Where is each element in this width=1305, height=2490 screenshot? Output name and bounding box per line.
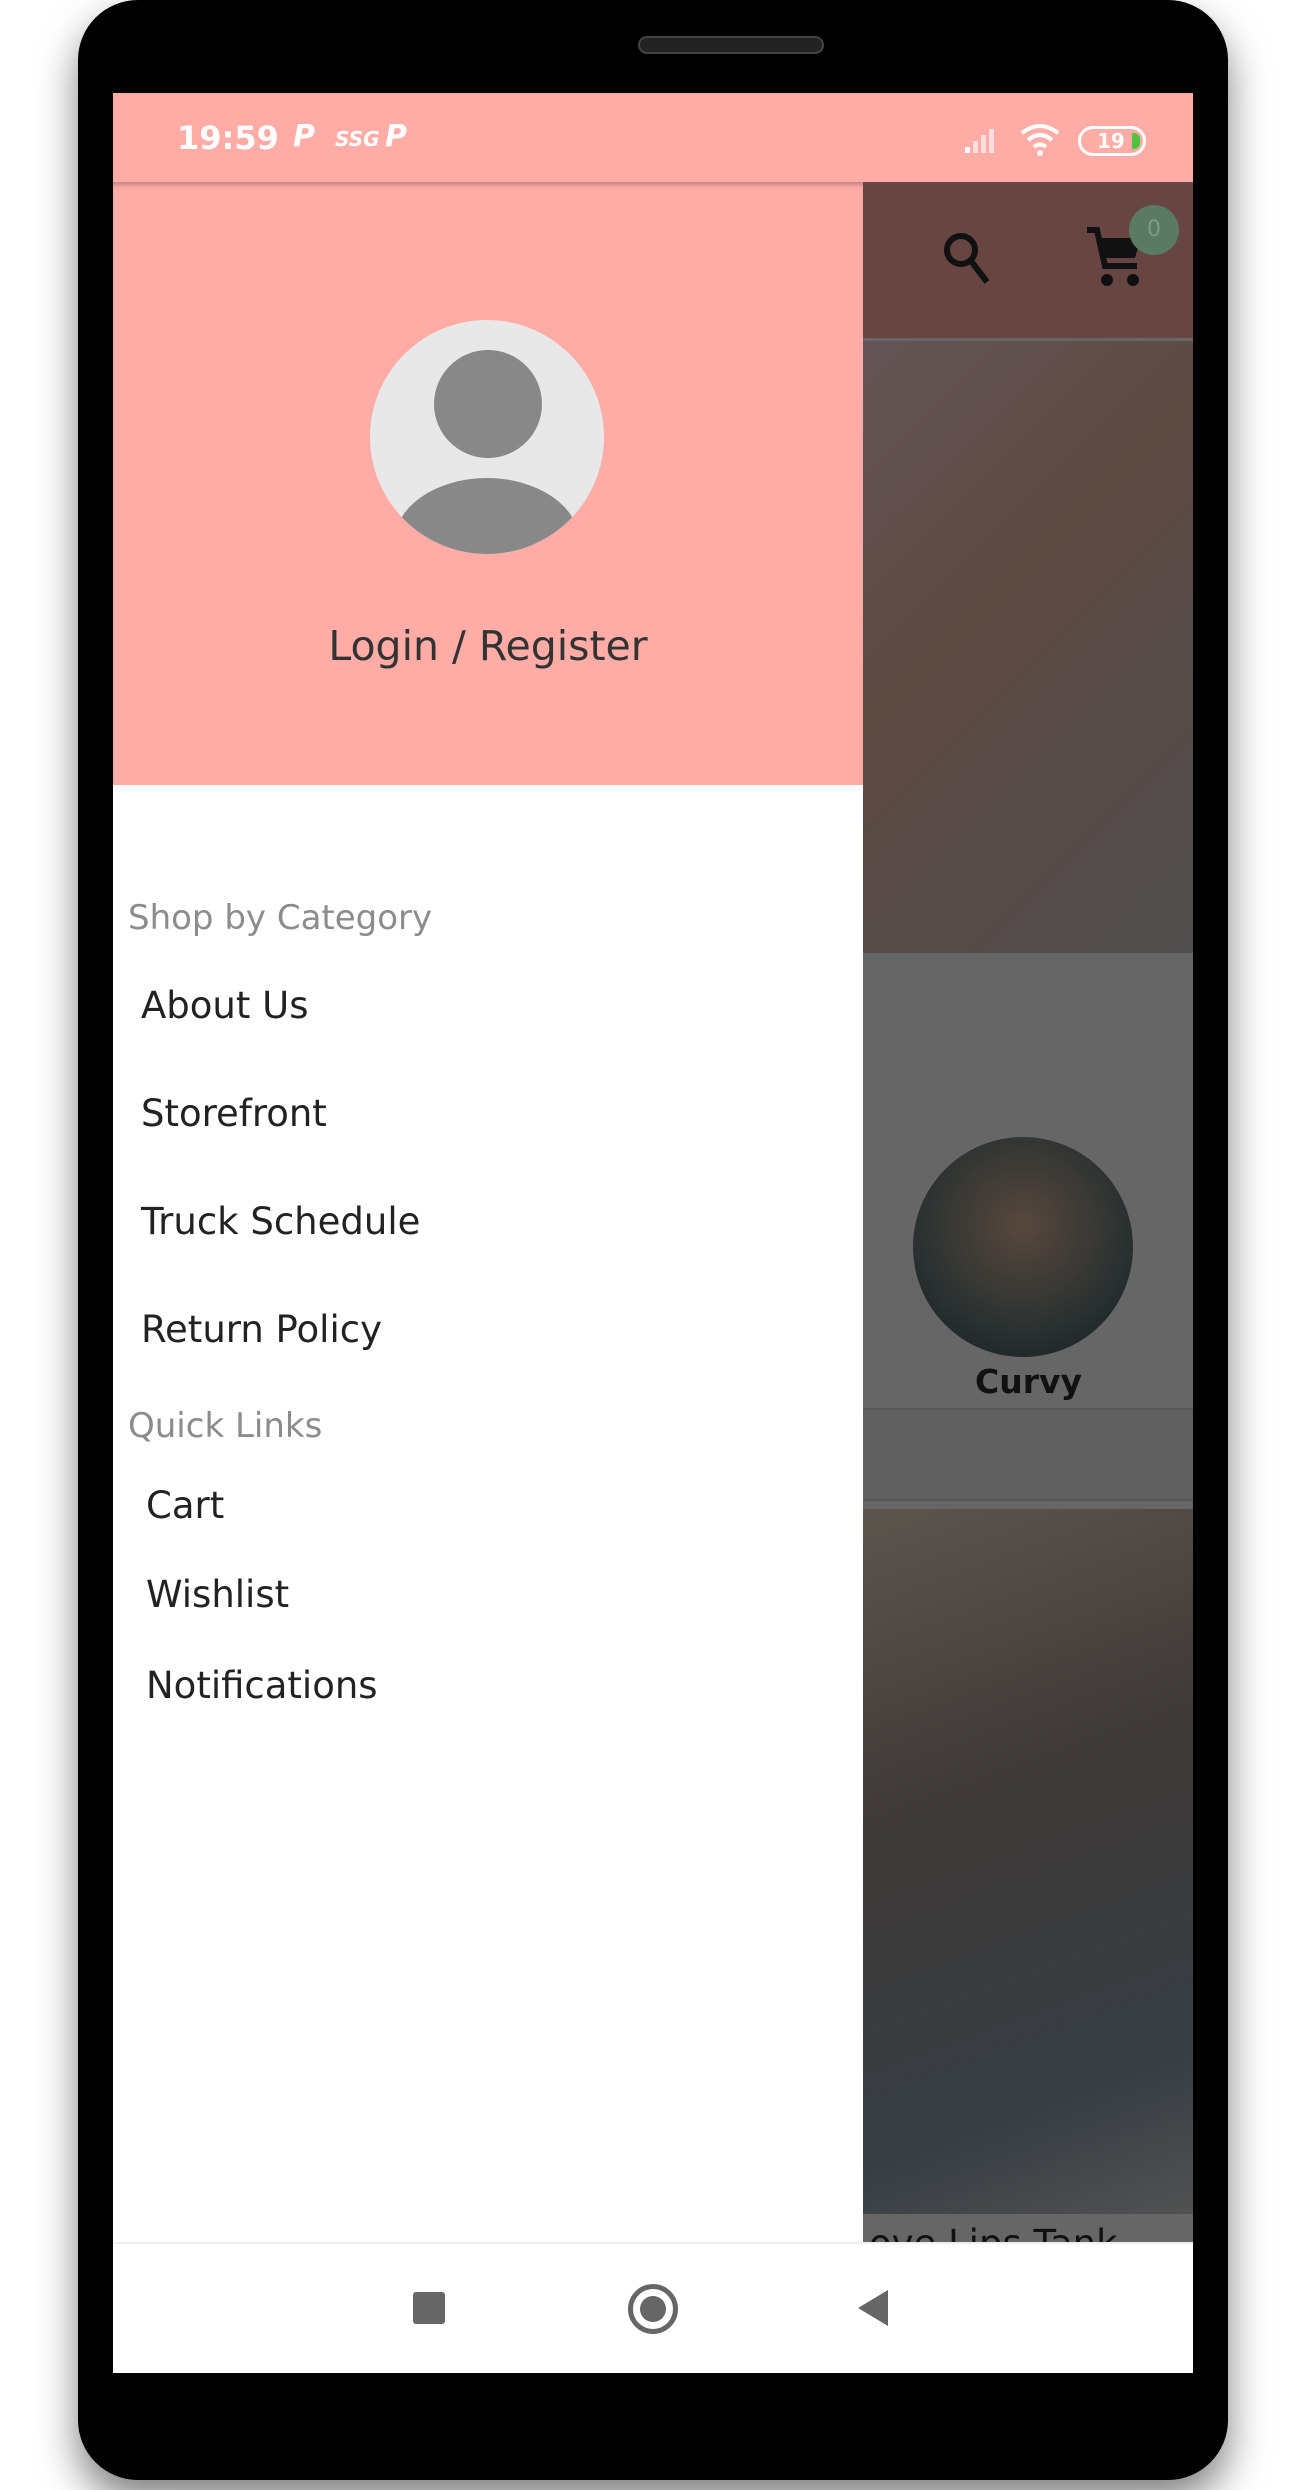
status-bar: 19:59 P SSG P 19 — [113, 93, 1193, 182]
menu-item-wishlist[interactable]: Wishlist — [146, 1573, 289, 1616]
menu-item-truck-schedule[interactable]: Truck Schedule — [141, 1200, 420, 1243]
notification-icon: P — [293, 119, 315, 154]
section-quick-links: Quick Links — [128, 1406, 323, 1446]
screen: 19:59 P SSG P 19 Curvy ove Lips Tank 0 L… — [113, 93, 1193, 2373]
home-button[interactable] — [628, 2284, 678, 2334]
battery-level: 19 — [1097, 129, 1125, 153]
category-label[interactable]: Curvy — [975, 1362, 1082, 1401]
cart-badge: 0 — [1129, 205, 1179, 255]
menu-item-notifications[interactable]: Notifications — [146, 1664, 378, 1707]
notification-icon: P — [385, 119, 407, 154]
drawer-header: Login / Register — [113, 182, 863, 785]
recents-button[interactable] — [413, 2292, 445, 2324]
speaker — [638, 36, 824, 54]
navigation-drawer: Login / Register Shop by Category About … — [113, 182, 863, 2335]
avatar[interactable] — [370, 320, 604, 554]
system-nav-bar — [113, 2242, 1193, 2373]
section-shop-by-category: Shop by Category — [128, 898, 433, 938]
status-time: 19:59 — [177, 119, 279, 157]
search-icon[interactable] — [941, 230, 991, 286]
menu-item-about-us[interactable]: About Us — [141, 984, 309, 1027]
menu-item-storefront[interactable]: Storefront — [141, 1092, 327, 1135]
notification-icon: SSG — [335, 127, 380, 151]
back-button[interactable] — [858, 2290, 888, 2326]
signal-icon — [965, 129, 994, 153]
menu-item-cart[interactable]: Cart — [146, 1484, 224, 1527]
battery-icon: 19 — [1078, 126, 1146, 156]
wifi-icon — [1020, 124, 1060, 156]
menu-item-return-policy[interactable]: Return Policy — [141, 1308, 382, 1351]
login-register-link[interactable]: Login / Register — [113, 622, 863, 670]
